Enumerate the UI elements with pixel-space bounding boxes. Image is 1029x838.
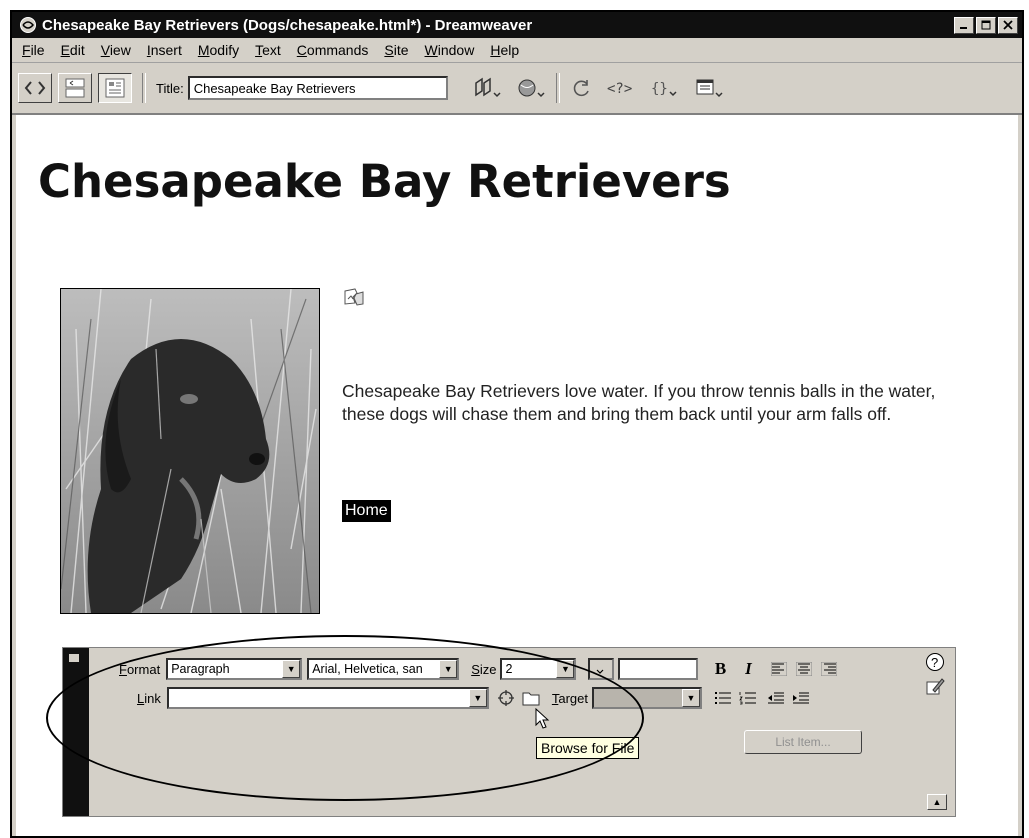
code-view-icon [24,81,46,95]
dog-photo[interactable] [60,288,320,614]
window-title: Chesapeake Bay Retrievers (Dogs/chesapea… [42,16,533,34]
close-icon[interactable] [998,16,1018,34]
maximize-icon[interactable] [976,16,996,34]
home-link[interactable]: Home [342,500,391,522]
page-heading: Chesapeake Bay Retrievers [38,155,731,208]
align-left-icon[interactable] [768,658,790,680]
title-bar[interactable]: Chesapeake Bay Retrievers (Dogs/chesapea… [12,12,1022,38]
align-center-icon[interactable] [793,658,815,680]
property-inspector: Format Paragraph ▼ Arial, Helvetica, san… [62,647,956,817]
reference-icon[interactable]: <?> [606,78,636,98]
chevron-down-icon[interactable]: ▼ [468,689,487,707]
ordered-list-icon[interactable] [737,687,759,709]
link-row: Link ▼ Target ▼ [127,687,812,709]
menu-window[interactable]: Window [425,42,475,58]
dreamweaver-icon[interactable] [18,16,38,34]
chevron-down-icon[interactable]: ▼ [556,660,575,678]
menu-view[interactable]: View [101,42,131,58]
split-view-icon [65,78,85,98]
help-icon[interactable]: ? [925,652,945,672]
menu-help[interactable]: Help [490,42,519,58]
text-color-field[interactable] [618,658,699,680]
align-right-icon[interactable] [818,658,840,680]
property-inspector-grip[interactable] [63,648,89,816]
document-toolbar: Title: <?> {} [12,63,1022,115]
code-navigation-icon[interactable]: {} [650,78,680,98]
text-color-button[interactable] [588,658,615,680]
font-select[interactable]: Arial, Helvetica, san ▼ [307,658,460,680]
title-label: Title: [156,80,184,96]
format-row: Format Paragraph ▼ Arial, Helvetica, san… [119,658,840,680]
page-title-input[interactable] [187,76,448,100]
size-select[interactable]: 2 ▼ [500,658,577,680]
document-window[interactable]: Chesapeake Bay Retrievers Chesapeake Bay… [16,115,1018,836]
browse-for-file-tooltip: Browse for File [536,737,640,759]
outdent-icon[interactable] [765,687,787,709]
refresh-icon[interactable] [572,78,592,98]
list-item-button[interactable]: List Item... [744,730,862,754]
broken-image-icon[interactable] [343,287,365,312]
link-label: Link [137,690,161,706]
file-management-icon[interactable] [472,77,502,99]
view-options-icon[interactable] [694,77,724,99]
toolbar-separator [142,73,146,103]
menu-insert[interactable]: Insert [147,42,182,58]
size-label: Size [471,661,497,677]
mouse-cursor-icon [535,708,551,730]
italic-button[interactable]: I [736,658,760,680]
browse-folder-icon[interactable] [520,687,542,709]
menu-site[interactable]: Site [384,42,408,58]
unordered-list-icon[interactable] [712,687,734,709]
menu-file[interactable]: File [22,42,45,58]
link-field[interactable]: ▼ [166,687,489,709]
minimize-icon[interactable] [954,16,974,34]
menu-edit[interactable]: Edit [61,42,85,58]
design-view-icon [105,78,125,98]
bold-button[interactable]: B [708,658,732,680]
target-select[interactable]: ▼ [592,687,702,709]
menu-commands[interactable]: Commands [297,42,369,58]
format-select[interactable]: Paragraph ▼ [166,658,303,680]
target-label: Target [551,690,588,706]
chevron-down-icon[interactable]: ▼ [439,660,458,678]
svg-text:<?>: <?> [607,81,632,97]
svg-text:{}: {} [651,81,668,97]
indent-icon[interactable] [790,687,812,709]
menu-bar: File Edit View Insert Modify Text Comman… [12,38,1022,63]
quick-tag-editor-icon[interactable] [925,676,945,696]
split-view-button[interactable] [58,73,92,103]
menu-text[interactable]: Text [255,42,281,58]
svg-text:?: ? [931,655,938,670]
menu-modify[interactable]: Modify [198,42,239,58]
chevron-down-icon[interactable]: ▼ [682,689,700,707]
expand-collapse-icon[interactable]: ▲ [927,794,947,810]
code-view-button[interactable] [18,73,52,103]
dreamweaver-window: Chesapeake Bay Retrievers (Dogs/chesapea… [10,10,1024,838]
toolbar-separator-2 [555,73,560,103]
point-to-file-icon[interactable] [495,687,517,709]
preview-browser-icon[interactable] [516,77,546,99]
format-label: Format [119,661,161,677]
design-view-button[interactable] [98,73,132,103]
body-paragraph: Chesapeake Bay Retrievers love water. If… [342,381,936,424]
chevron-down-icon[interactable]: ▼ [282,660,301,678]
